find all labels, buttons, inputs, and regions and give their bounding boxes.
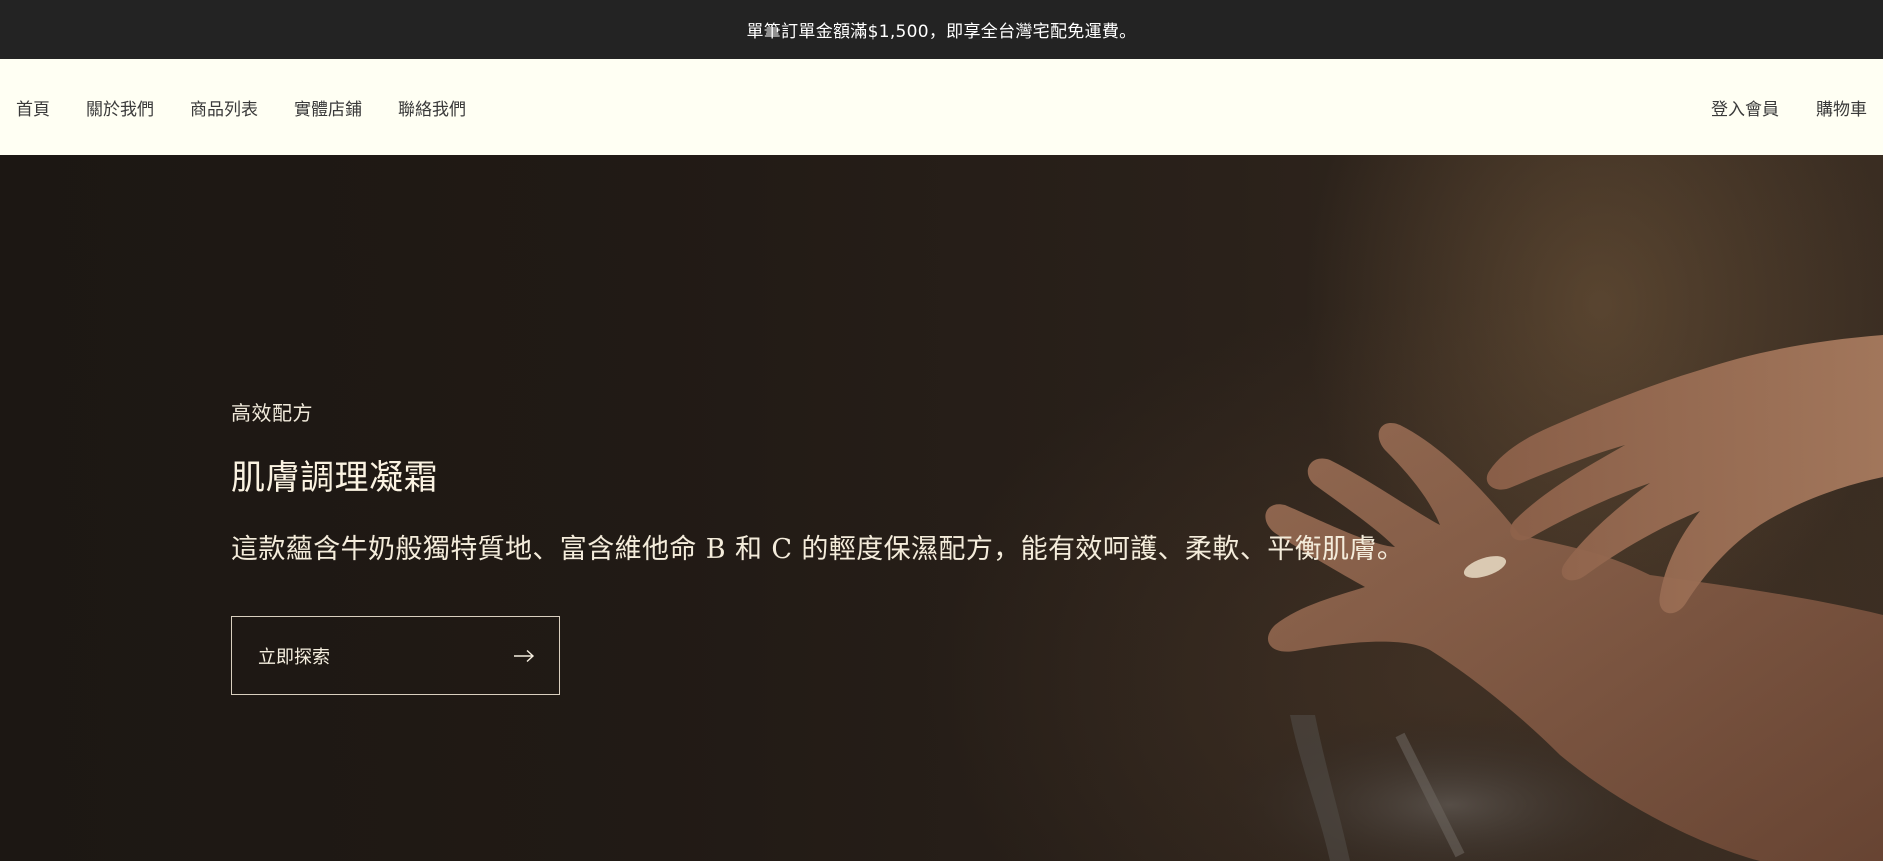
site-header: 首頁 關於我們 商品列表 實體店鋪 聯絡我們 登入會員 購物車: [0, 59, 1883, 155]
nav-home[interactable]: 首頁: [16, 95, 50, 120]
hero-eyebrow: 高效配方: [231, 401, 313, 425]
nav-contact[interactable]: 聯絡我們: [398, 95, 466, 120]
announcement-bar: 單筆訂單金額滿$1,500，即享全台灣宅配免運費。: [0, 0, 1883, 59]
hero-title: 肌膚調理凝霜: [231, 458, 438, 498]
nav-stores[interactable]: 實體店鋪: [294, 95, 362, 120]
explore-button-label: 立即探索: [258, 646, 330, 668]
explore-button[interactable]: 立即探索: [231, 616, 560, 695]
account-nav: 登入會員 購物車: [1674, 95, 1867, 120]
hero-description: 這款蘊含牛奶般獨特質地、富含維他命 B 和 C 的輕度保濕配方，能有效呵護、柔軟…: [231, 534, 1405, 565]
nav-cart[interactable]: 購物車: [1816, 95, 1867, 120]
nav-about[interactable]: 關於我們: [86, 95, 154, 120]
nav-products[interactable]: 商品列表: [190, 95, 258, 120]
hero-banner: 高效配方 肌膚調理凝霜 這款蘊含牛奶般獨特質地、富含維他命 B 和 C 的輕度保…: [0, 155, 1883, 861]
nav-login[interactable]: 登入會員: [1711, 95, 1779, 120]
announcement-text: 單筆訂單金額滿$1,500，即享全台灣宅配免運費。: [746, 22, 1137, 42]
hero-content: 高效配方 肌膚調理凝霜 這款蘊含牛奶般獨特質地、富含維他命 B 和 C 的輕度保…: [231, 397, 1531, 566]
arrow-right-icon: [514, 649, 535, 662]
main-nav: 首頁 關於我們 商品列表 實體店鋪 聯絡我們: [16, 95, 502, 120]
